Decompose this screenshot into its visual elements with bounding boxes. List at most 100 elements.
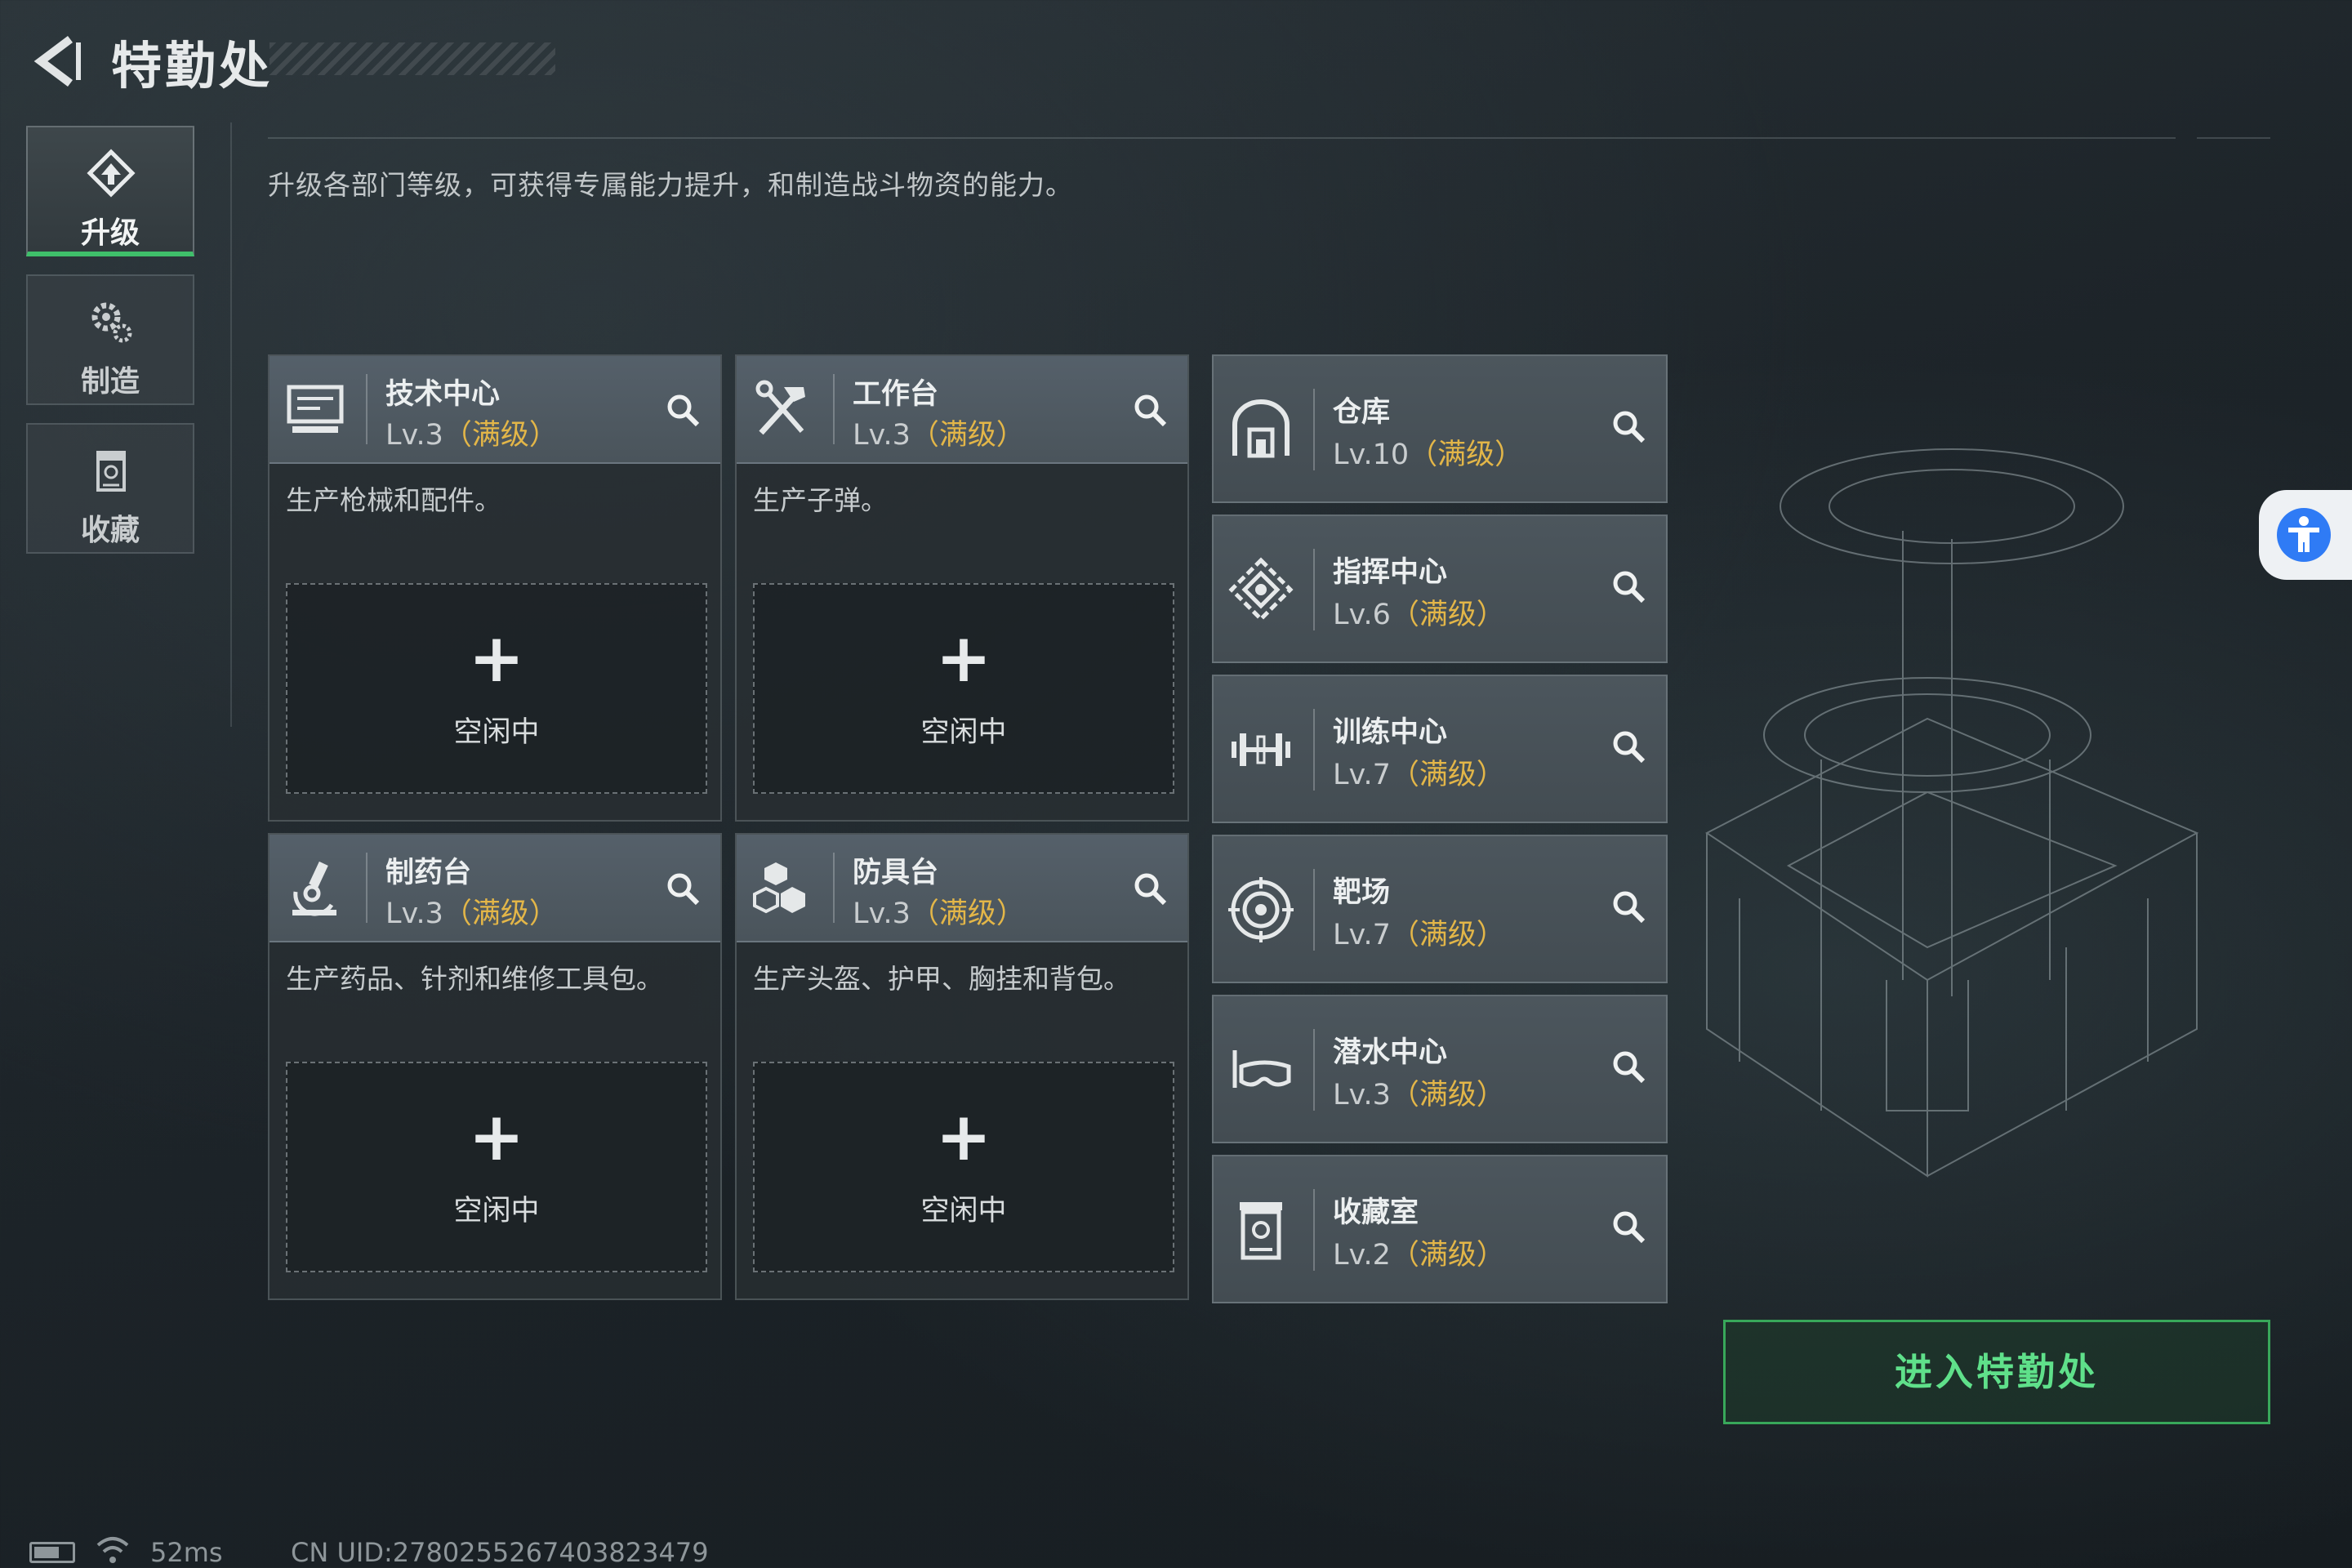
search-icon[interactable] (1609, 407, 1648, 446)
facility-name: 潜水中心 (1333, 1036, 1448, 1069)
level-value: Lv.3 (853, 419, 911, 452)
title-decoration (270, 42, 555, 75)
sidebar-divider (230, 122, 232, 727)
enter-special-ops-button[interactable]: 进入特勤处 (1723, 1320, 2270, 1424)
collection-room-icon (1240, 1202, 1282, 1260)
workshop-name: 工作台 (853, 378, 939, 411)
header-separator (833, 853, 835, 923)
workshop-card-workbench[interactable]: 工作台 Lv.3（满级） 生产子弹。 + 空闲中 (735, 354, 1189, 822)
search-icon[interactable] (1609, 1207, 1648, 1246)
facility-card-diving-center[interactable]: 潜水中心 Lv.3（满级） (1212, 995, 1668, 1143)
slot-status: 空闲中 (453, 1195, 540, 1227)
slot-status: 空闲中 (920, 716, 1007, 749)
search-icon[interactable] (663, 869, 702, 908)
max-level-tag: （满级） (1409, 439, 1524, 471)
search-icon[interactable] (663, 390, 702, 430)
production-slot[interactable]: + 空闲中 (753, 583, 1174, 794)
microscope-icon (292, 861, 336, 916)
page-title: 特勤处 (111, 36, 274, 96)
card-separator (1313, 1189, 1315, 1271)
tab-collection[interactable]: 收藏 (26, 423, 194, 554)
level-value: Lv.6 (1333, 599, 1391, 631)
search-icon[interactable] (1130, 869, 1169, 908)
search-icon[interactable] (1609, 887, 1648, 926)
header-separator (366, 853, 368, 923)
workshop-card-tech-center[interactable]: 技术中心 Lv.3（满级） 生产枪械和配件。 + 空闲中 (268, 354, 722, 822)
workshop-name: 技术中心 (385, 378, 501, 411)
wifi-icon (96, 1537, 129, 1563)
add-icon: + (935, 1098, 992, 1176)
add-icon: + (468, 1098, 525, 1176)
facility-card-collection-room[interactable]: 收藏室 Lv.2（满级） (1212, 1155, 1668, 1303)
tab-upgrade[interactable]: 升级 (26, 126, 194, 256)
card-separator (1313, 1029, 1315, 1111)
facility-name: 仓库 (1333, 396, 1391, 429)
facility-card-command-center[interactable]: 指挥中心 Lv.6（满级） (1212, 514, 1668, 663)
collection-icon (96, 451, 126, 492)
facility-name: 收藏室 (1333, 1196, 1419, 1229)
facility-level: Lv.7（满级） (1333, 911, 1505, 953)
facility-level: Lv.3（满级） (1333, 1071, 1505, 1113)
workshop-description: 生产枪械和配件。 (286, 484, 501, 516)
max-level-tag: （满级） (1390, 1079, 1505, 1111)
production-slot[interactable]: + 空闲中 (286, 583, 707, 794)
slot-status: 空闲中 (920, 1195, 1007, 1227)
facility-card-warehouse[interactable]: 仓库 Lv.10（满级） (1212, 354, 1668, 503)
search-icon[interactable] (1609, 567, 1648, 606)
ping-value: 52ms (150, 1537, 223, 1568)
diving-mask-icon (1232, 1050, 1291, 1088)
facility-level: Lv.10（满级） (1333, 431, 1523, 473)
workshop-description: 生产子弹。 (753, 484, 888, 516)
add-icon: + (935, 620, 992, 697)
workshop-level: Lv.3（满级） (385, 890, 558, 932)
workshop-level: Lv.3（满级） (853, 890, 1025, 932)
max-level-tag: （满级） (443, 419, 558, 452)
max-level-tag: （满级） (1390, 599, 1505, 631)
tab-manufacture-label: 制造 (80, 365, 140, 399)
tools-icon (755, 380, 805, 435)
header-separator (833, 374, 835, 444)
level-value: Lv.3 (853, 898, 911, 930)
max-level-tag: （满级） (1390, 1239, 1505, 1272)
slot-status: 空闲中 (453, 716, 540, 749)
production-slot[interactable]: + 空闲中 (286, 1062, 707, 1272)
card-separator (1313, 869, 1315, 951)
max-level-tag: （满级） (910, 419, 1025, 452)
battery-icon (29, 1542, 75, 1563)
base-blueprint-illustration (1705, 448, 2199, 1178)
search-icon[interactable] (1609, 727, 1648, 766)
accessibility-button[interactable] (2259, 490, 2352, 580)
top-divider (268, 137, 2176, 139)
armor-blocks-icon (753, 862, 805, 914)
level-value: Lv.10 (1333, 439, 1410, 471)
warehouse-icon (1232, 399, 1290, 458)
card-separator (1313, 549, 1315, 630)
level-value: Lv.2 (1333, 1239, 1391, 1272)
facility-card-training-center[interactable]: 训练中心 Lv.7（满级） (1212, 675, 1668, 823)
level-value: Lv.3 (1333, 1079, 1391, 1111)
tab-collection-label: 收藏 (80, 514, 140, 547)
page-description: 升级各部门等级，可获得专属能力提升，和制造战斗物资的能力。 (268, 169, 1073, 201)
facility-card-shooting-range[interactable]: 靶场 Lv.7（满级） (1212, 835, 1668, 983)
workshop-card-armor[interactable]: 防具台 Lv.3（满级） 生产头盔、护甲、胸挂和背包。 + 空闲中 (735, 833, 1189, 1300)
facility-level: Lv.6（满级） (1333, 591, 1505, 633)
back-arrow-icon[interactable] (28, 33, 85, 90)
command-icon (1228, 557, 1294, 622)
card-header: 技术中心 Lv.3（满级） (270, 356, 720, 464)
search-icon[interactable] (1609, 1047, 1648, 1086)
tab-upgrade-label: 升级 (80, 216, 140, 250)
workshop-card-pharmacy[interactable]: 制药台 Lv.3（满级） 生产药品、针剂和维修工具包。 + 空闲中 (268, 833, 722, 1300)
facility-name: 训练中心 (1333, 716, 1448, 749)
card-separator (1313, 709, 1315, 791)
card-separator (1313, 389, 1315, 470)
card-header: 制药台 Lv.3（满级） (270, 835, 720, 942)
upgrade-icon (87, 149, 136, 198)
user-uid: CN UID:2780255267403823479 (291, 1537, 709, 1568)
add-icon: + (468, 620, 525, 697)
level-value: Lv.7 (1333, 759, 1391, 791)
search-icon[interactable] (1130, 390, 1169, 430)
workshop-description: 生产药品、针剂和维修工具包。 (286, 963, 663, 995)
production-slot[interactable]: + 空闲中 (753, 1062, 1174, 1272)
level-value: Lv.7 (1333, 919, 1391, 951)
tab-manufacture[interactable]: 制造 (26, 274, 194, 405)
